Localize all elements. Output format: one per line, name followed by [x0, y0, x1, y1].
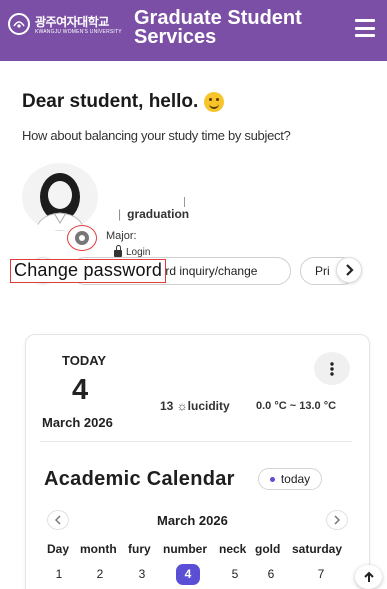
- calendar-day[interactable]: 3: [132, 567, 152, 581]
- today-day-number: 4: [72, 374, 89, 406]
- program-line: | graduation: [118, 207, 189, 221]
- university-logo-icon: [8, 13, 30, 35]
- weekday-wed: number: [163, 542, 208, 556]
- calendar-day[interactable]: 7: [311, 567, 331, 581]
- today-label: TODAY: [62, 353, 107, 368]
- weekday-fri: gold: [255, 542, 281, 556]
- student-avatar-icon: [22, 163, 98, 231]
- chevron-right-icon: [334, 515, 340, 525]
- smiley-icon: [204, 92, 225, 112]
- today-button[interactable]: today: [258, 468, 322, 490]
- more-options-button[interactable]: [314, 352, 350, 385]
- profile-settings-button[interactable]: [67, 225, 97, 251]
- temperature-range: 0.0 °C ~ 13.0 °C: [256, 400, 337, 412]
- scroll-to-top-button[interactable]: [355, 565, 382, 589]
- today-month-year: March 2026: [42, 415, 113, 430]
- calendar-month-label: March 2026: [157, 513, 228, 528]
- calendar-day[interactable]: 5: [225, 567, 245, 581]
- today-dot-icon: [269, 476, 275, 482]
- chips-next-button[interactable]: [336, 257, 362, 283]
- weekday-sat: saturday: [292, 542, 343, 556]
- vertical-dots-icon: [330, 361, 334, 376]
- weekday-mon: month: [80, 542, 117, 556]
- calendar-day[interactable]: 6: [261, 567, 281, 581]
- greeting-heading: Dear student, hello.: [22, 91, 225, 113]
- major-label: Major:: [106, 230, 137, 242]
- weekday-sun: Day: [47, 542, 70, 556]
- chevron-left-icon: [55, 515, 61, 525]
- card-divider: [40, 441, 352, 442]
- name-separator: [184, 197, 185, 207]
- lock-icon: [114, 245, 122, 257]
- app-header: 광주여자대학교 KWANGJU WOMEN'S UNIVERSITY Gradu…: [0, 0, 387, 61]
- greeting-subtitle: How about balancing your study time by s…: [22, 128, 291, 143]
- university-name-korean: 광주여자대학교: [35, 15, 109, 29]
- hamburger-menu-icon[interactable]: [355, 19, 375, 37]
- greeting-text: Dear student, hello.: [22, 91, 199, 112]
- program-name: graduation: [127, 207, 190, 221]
- gear-icon: [75, 231, 89, 245]
- change-password-link[interactable]: Change password: [10, 259, 167, 283]
- calendar-prev-month-button[interactable]: [47, 510, 69, 530]
- weather-info: 13 ☼lucidity: [160, 399, 230, 413]
- arrow-up-icon: [363, 571, 374, 582]
- calendar-day[interactable]: 1: [49, 567, 69, 581]
- weekday-thu: neck: [219, 542, 247, 556]
- today-button-label: today: [280, 472, 311, 486]
- university-name-english: KWANGJU WOMEN'S UNIVERSITY: [35, 29, 122, 35]
- calendar-day[interactable]: 2: [90, 567, 110, 581]
- chevron-right-icon: [346, 264, 354, 276]
- weekday-tue: fury: [128, 542, 151, 556]
- calendar-next-month-button[interactable]: [326, 510, 348, 530]
- calendar-day-selected[interactable]: 4: [176, 564, 200, 585]
- academic-calendar-title: Academic Calendar: [44, 468, 235, 490]
- program-separator: |: [118, 207, 122, 221]
- page-title: Graduate Student Services: [134, 7, 302, 48]
